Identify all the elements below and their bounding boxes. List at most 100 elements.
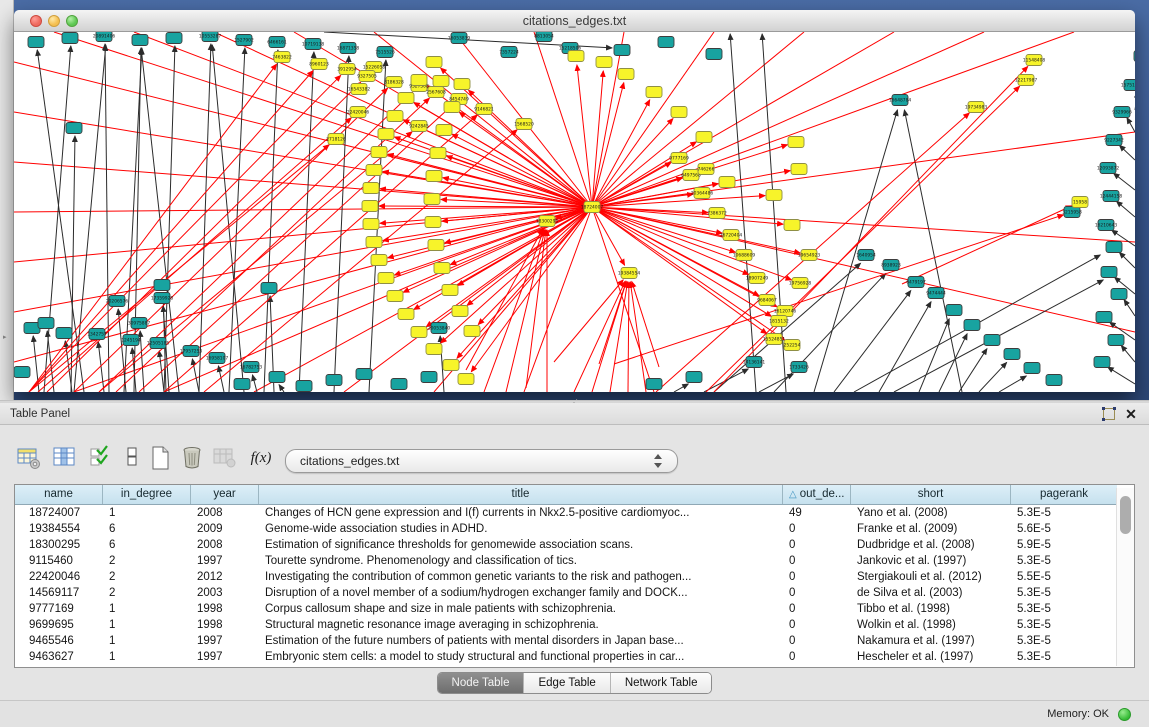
tab-edge-table[interactable]: Edge Table	[524, 673, 610, 693]
graph-node[interactable]	[261, 283, 277, 294]
graph-node[interactable]	[234, 379, 250, 390]
graph-node[interactable]	[784, 220, 800, 231]
graph-node[interactable]	[436, 125, 452, 136]
graph-node[interactable]	[366, 165, 382, 176]
graph-node[interactable]	[1046, 375, 1062, 386]
graph-node[interactable]	[1094, 357, 1110, 368]
graph-node[interactable]: 1342757	[87, 329, 107, 340]
graph-node[interactable]	[66, 123, 82, 134]
graph-node[interactable]: 9227342	[1104, 135, 1124, 146]
graph-node[interactable]	[398, 309, 414, 320]
graph-node[interactable]: 30975887	[128, 318, 151, 329]
graph-node[interactable]: 9684067	[757, 295, 777, 306]
graph-node[interactable]	[443, 360, 459, 371]
graph-node[interactable]	[618, 69, 634, 80]
graph-node[interactable]	[1134, 51, 1135, 62]
select-columns-button[interactable]	[88, 445, 114, 471]
graph-node[interactable]: 16720404	[720, 230, 743, 241]
graph-node[interactable]	[444, 102, 460, 113]
new-table-button[interactable]	[148, 445, 174, 471]
graph-node[interactable]: 19654923	[798, 250, 821, 261]
tab-node-table[interactable]: Node Table	[438, 673, 525, 693]
graph-node[interactable]: 1527902	[234, 35, 254, 46]
graph-node[interactable]: 18724007	[581, 202, 604, 213]
table-scrollbar[interactable]	[1116, 488, 1134, 666]
collapsed-side-panel[interactable]: ▸	[0, 0, 14, 400]
graph-node[interactable]	[766, 190, 782, 201]
graph-node[interactable]: 6479197	[906, 277, 926, 288]
graph-node[interactable]: 8813054	[534, 32, 554, 42]
column-header-in_degree[interactable]: in_degree	[103, 485, 191, 504]
graph-node[interactable]	[1101, 267, 1117, 278]
graph-node[interactable]	[946, 305, 962, 316]
graph-node[interactable]: 7357224	[499, 47, 519, 58]
graph-node[interactable]: 20891406	[93, 32, 116, 42]
table-row[interactable]: 946554611997Estimation of the future num…	[15, 633, 1117, 649]
graph-node[interactable]: 10553287	[199, 32, 222, 42]
graph-node[interactable]	[1106, 242, 1122, 253]
graph-node[interactable]	[596, 57, 612, 68]
graph-node[interactable]: 7515526	[375, 47, 395, 58]
graph-node[interactable]	[424, 194, 440, 205]
graph-node[interactable]: 9242845	[409, 121, 429, 132]
graph-node[interactable]: 19756928	[789, 278, 812, 289]
table-options-button[interactable]	[16, 445, 42, 471]
graph-node[interactable]	[387, 111, 403, 122]
graph-node[interactable]: 2567608	[426, 87, 446, 98]
graph-node[interactable]	[326, 375, 342, 386]
graph-node[interactable]	[38, 318, 54, 329]
graph-node[interactable]: 8938923	[881, 260, 901, 271]
graph-node[interactable]	[434, 263, 450, 274]
graph-node[interactable]	[1096, 312, 1112, 323]
graph-node[interactable]: 11548408	[1023, 55, 1046, 66]
delete-table-button[interactable]	[180, 445, 206, 471]
graph-node[interactable]	[614, 45, 630, 56]
graph-node[interactable]	[269, 372, 285, 383]
graph-node[interactable]: 22420046	[347, 107, 370, 118]
graph-node[interactable]	[671, 107, 687, 118]
graph-node[interactable]: 6466161	[267, 37, 287, 48]
graph-node[interactable]	[371, 147, 387, 158]
graph-node[interactable]: 3215958	[1062, 207, 1082, 218]
graph-node[interactable]	[430, 148, 446, 159]
network-view-window[interactable]: citations_edges.txt 20891406105532871527…	[14, 10, 1135, 392]
graph-node[interactable]: 9474444	[926, 288, 946, 299]
graph-node[interactable]	[428, 240, 444, 251]
graph-node[interactable]	[426, 171, 442, 182]
graph-node[interactable]	[1108, 335, 1124, 346]
table-row[interactable]: 911546021997Tourette syndrome. Phenomeno…	[15, 553, 1117, 569]
graph-node[interactable]: 17359928	[151, 293, 174, 304]
graph-node[interactable]: 12444158	[1100, 191, 1123, 202]
graph-node[interactable]	[154, 280, 170, 291]
graph-node[interactable]: 8960123	[309, 59, 329, 70]
graph-node[interactable]: 16871358	[337, 43, 360, 54]
table-row[interactable]: 2242004622012Investigating the contribut…	[15, 569, 1117, 585]
graph-node[interactable]: 16958107	[206, 353, 229, 364]
graph-node[interactable]	[411, 327, 427, 338]
close-panel-icon[interactable]: ✕	[1123, 405, 1139, 423]
graph-node[interactable]: 1733426	[789, 362, 809, 373]
graph-node[interactable]	[706, 49, 722, 60]
graph-node[interactable]	[458, 374, 474, 385]
graph-node[interactable]: 16648784	[889, 95, 912, 106]
table-row[interactable]: 1456911722003Disruption of a novel membe…	[15, 585, 1117, 601]
graph-node[interactable]: 15751074	[1121, 80, 1135, 91]
table-row[interactable]: 946362711997Embryonic stem cells: a mode…	[15, 649, 1117, 665]
column-header-year[interactable]: year	[191, 485, 259, 504]
graph-node[interactable]: 20053840	[428, 323, 451, 334]
graph-node[interactable]	[1024, 363, 1040, 374]
graph-node[interactable]	[62, 33, 78, 44]
graph-node[interactable]	[1111, 289, 1127, 300]
column-header-title[interactable]: title	[259, 485, 783, 504]
graph-node[interactable]	[433, 76, 449, 87]
tab-network-table[interactable]: Network Table	[611, 673, 712, 693]
graph-node[interactable]	[296, 381, 312, 392]
graph-node[interactable]	[425, 217, 441, 228]
graph-node[interactable]	[421, 372, 437, 383]
graph-node[interactable]: 16053839	[448, 33, 471, 44]
graph-node[interactable]	[686, 372, 702, 383]
graph-node[interactable]: 1245194	[121, 335, 141, 346]
graph-node[interactable]	[426, 344, 442, 355]
graph-node[interactable]: 9777169	[669, 153, 689, 164]
table-selector[interactable]: citations_edges.txt	[285, 449, 678, 473]
